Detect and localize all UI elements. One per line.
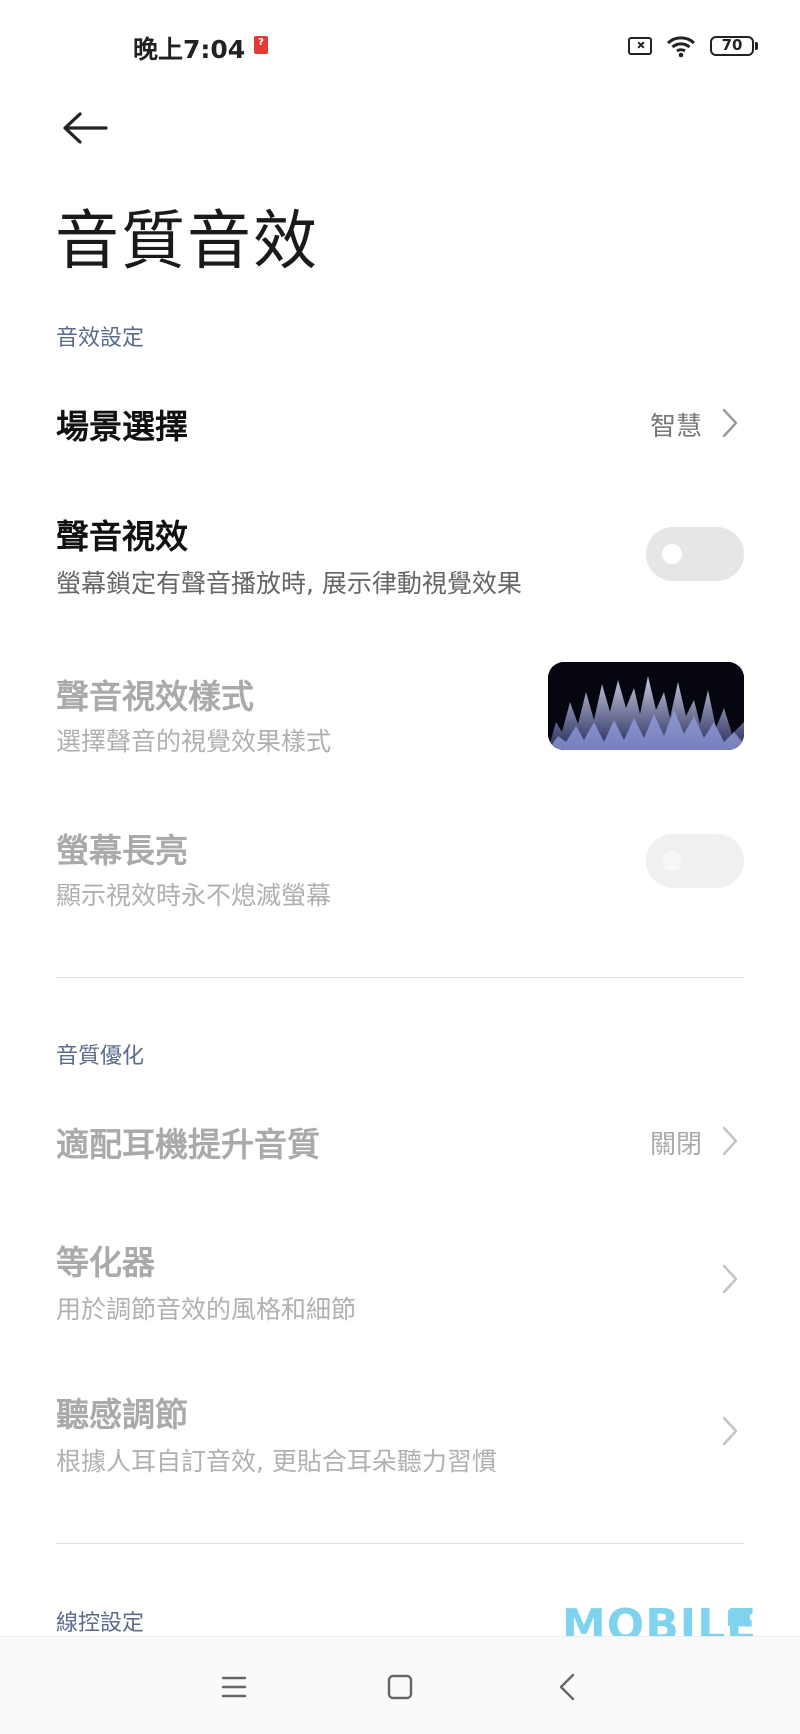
chevron-right-icon bbox=[722, 1416, 738, 1446]
scene-select-title: 場景選擇 bbox=[56, 407, 188, 446]
hearing-subtitle: 根據人耳自訂音效, 更貼合耳朵聽力習慣 bbox=[56, 1447, 497, 1476]
section-divider bbox=[56, 977, 744, 978]
arrow-left-icon[interactable] bbox=[60, 108, 108, 148]
headphone-title: 適配耳機提升音質 bbox=[56, 1125, 320, 1164]
sound-visual-row[interactable]: 聲音視效 螢幕鎖定有聲音播放時, 展示律動視覺效果 bbox=[0, 510, 800, 610]
screen-on-row[interactable]: 螢幕長亮 顯示視效時永不熄滅螢幕 bbox=[0, 816, 800, 916]
section-header-quality: 音質優化 bbox=[56, 1044, 145, 1069]
scene-select-value: 智慧 bbox=[649, 412, 702, 442]
equalizer-row[interactable]: 等化器 用於調節音效的風格和細節 bbox=[0, 1234, 800, 1334]
visual-style-subtitle: 選擇聲音的視覺效果樣式 bbox=[56, 727, 332, 756]
headphone-row[interactable]: 適配耳機提升音質 關閉 bbox=[0, 1108, 800, 1178]
navigation-bar bbox=[0, 1636, 800, 1734]
visual-style-preview[interactable] bbox=[548, 662, 744, 750]
headphone-value: 關閉 bbox=[649, 1130, 702, 1160]
visual-style-row[interactable]: 聲音視效樣式 選擇聲音的視覺效果樣式 bbox=[0, 662, 800, 762]
page-title: 音質音效 bbox=[55, 205, 319, 279]
sound-visual-title: 聲音視效 bbox=[56, 517, 188, 556]
no-sim-icon bbox=[628, 37, 652, 55]
chevron-right-icon bbox=[722, 1126, 738, 1156]
wifi-icon bbox=[666, 36, 696, 58]
app-notification-icon: ? bbox=[254, 36, 268, 54]
sound-visual-toggle[interactable] bbox=[646, 527, 744, 581]
battery-level: 70 bbox=[710, 36, 754, 56]
status-time: 晚上7:04 bbox=[133, 35, 246, 64]
hearing-title: 聽感調節 bbox=[56, 1395, 188, 1434]
speech-bubble-icon bbox=[728, 1610, 750, 1632]
status-icons: 70 bbox=[628, 34, 758, 58]
equalizer-subtitle: 用於調節音效的風格和細節 bbox=[56, 1295, 357, 1324]
scene-select-row[interactable]: 場景選擇 智慧 bbox=[0, 390, 800, 460]
menu-icon[interactable] bbox=[214, 1667, 254, 1707]
battery-indicator: 70 bbox=[710, 36, 758, 56]
screen-on-title: 螢幕長亮 bbox=[56, 831, 188, 870]
chevron-right-icon bbox=[722, 1264, 738, 1294]
screen-on-toggle[interactable] bbox=[646, 834, 744, 888]
section-header-sound-effect: 音效設定 bbox=[56, 326, 145, 351]
hearing-row[interactable]: 聽感調節 根據人耳自訂音效, 更貼合耳朵聽力習慣 bbox=[0, 1386, 800, 1486]
equalizer-title: 等化器 bbox=[56, 1243, 155, 1282]
back-icon[interactable] bbox=[548, 1667, 588, 1707]
section-divider bbox=[56, 1543, 744, 1544]
chevron-right-icon bbox=[722, 408, 738, 438]
home-icon[interactable] bbox=[380, 1667, 420, 1707]
status-bar: 晚上7:04 ? 70 bbox=[0, 0, 800, 92]
sound-visual-subtitle: 螢幕鎖定有聲音播放時, 展示律動視覺效果 bbox=[56, 569, 522, 598]
section-header-wired: 線控設定 bbox=[56, 1611, 145, 1636]
visual-style-title: 聲音視效樣式 bbox=[56, 677, 254, 716]
screen-on-subtitle: 顯示視效時永不熄滅螢幕 bbox=[56, 881, 332, 910]
